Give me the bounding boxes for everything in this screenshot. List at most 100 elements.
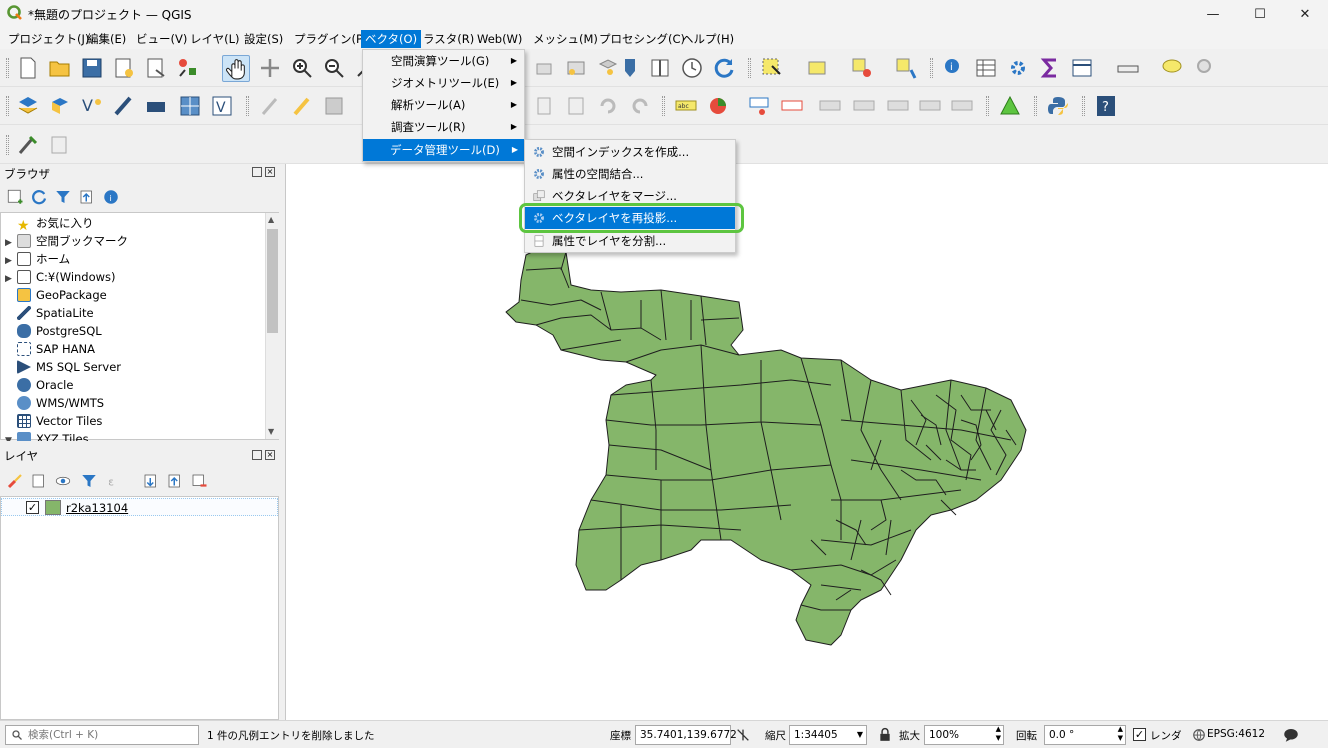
lock-scale-icon[interactable] (878, 727, 892, 743)
crs-label[interactable]: EPSG:4612 (1207, 728, 1265, 740)
browser-refresh-icon[interactable] (30, 188, 48, 206)
select-by-value-icon[interactable] (806, 56, 830, 80)
menu-vector[interactable]: ベクタ(O) (361, 30, 422, 48)
browser-item-home[interactable]: ▶ ホーム (5, 251, 70, 268)
layer-item-r2ka13104[interactable]: ✓ r2ka13104 (1, 498, 278, 516)
statistics-sigma-icon[interactable] (1038, 56, 1062, 80)
menu-raster[interactable]: ラスタ(R) (419, 30, 478, 48)
layout-manager-icon[interactable] (144, 56, 168, 80)
plugin-tool-icon[interactable] (48, 133, 72, 157)
search-locator-icon[interactable] (1194, 56, 1218, 80)
menu-item-geoprocessing-tools[interactable]: 空間演算ツール(G) ▶ (364, 50, 523, 72)
menu-item-analysis-tools[interactable]: 解析ツール(A) ▶ (364, 94, 523, 116)
new-bookmark-icon[interactable] (564, 56, 588, 80)
add-raster-layer-icon[interactable] (178, 94, 202, 118)
remove-layer-icon[interactable] (190, 472, 208, 490)
spinbox-arrows-icon[interactable]: ▲ ▼ (996, 725, 1001, 743)
rotate-label-icon[interactable] (886, 94, 910, 118)
open-field-calculator-icon[interactable] (1070, 56, 1094, 80)
move-label-icon[interactable] (852, 94, 876, 118)
add-group-icon[interactable] (30, 472, 48, 490)
save-edits-icon[interactable] (322, 94, 346, 118)
paste-features-icon[interactable] (564, 94, 588, 118)
processing-toolbox-icon[interactable] (1006, 56, 1030, 80)
new-spatialite-layer-icon[interactable] (112, 94, 136, 118)
zoom-in-icon[interactable] (290, 56, 314, 80)
menu-item-research-tools[interactable]: 調査ツール(R) ▶ (364, 116, 523, 138)
new-shapefile-layer-icon[interactable]: V (80, 94, 104, 118)
identify-icon[interactable]: i (942, 56, 966, 80)
map-tips-icon[interactable] (648, 56, 672, 80)
toolbar-grip[interactable] (6, 96, 9, 116)
clock-icon[interactable] (680, 56, 704, 80)
menu-edit[interactable]: 編集(E) (83, 30, 130, 48)
pan-tool-button[interactable] (222, 55, 250, 82)
crs-globe-icon[interactable] (1192, 728, 1206, 742)
menu-layer[interactable]: レイヤ(L) (186, 30, 244, 48)
float-panel-icon[interactable] (252, 450, 262, 460)
scroll-up-arrow-icon[interactable]: ▲ (268, 215, 274, 224)
undo-icon[interactable] (596, 94, 620, 118)
menu-processing[interactable]: プロセシング(C) (595, 30, 689, 48)
layer-symbol-swatch[interactable] (45, 500, 61, 515)
filter-legend-icon[interactable] (80, 472, 98, 490)
menu-mesh[interactable]: メッシュ(M) (529, 30, 602, 48)
measure-line-icon[interactable] (1116, 56, 1140, 80)
submenu-item-split-vector-layer[interactable]: 属性でレイヤを分割... (526, 230, 734, 252)
temporal-controller-icon[interactable] (618, 56, 642, 80)
redo-icon[interactable] (628, 94, 652, 118)
add-selected-layers-icon[interactable] (6, 188, 24, 206)
locator-search-input[interactable]: 検索(Ctrl + K) (5, 725, 199, 745)
menu-settings[interactable]: 設定(S) (240, 30, 287, 48)
close-panel-icon[interactable]: × (265, 450, 275, 460)
messages-icon[interactable] (1282, 726, 1300, 744)
layer-labeling-icon[interactable]: abc (674, 94, 698, 118)
collapse-all-layers-icon[interactable] (166, 472, 184, 490)
toggle-editing-icon[interactable] (290, 94, 314, 118)
browser-item-sap-hana[interactable]: SAP HANA (5, 341, 95, 358)
toolbar-grip[interactable] (1034, 96, 1037, 116)
browser-item-mssql[interactable]: MS SQL Server (5, 359, 121, 376)
menu-web[interactable]: Web(W) (473, 30, 526, 48)
new-geopackage-layer-icon[interactable] (48, 94, 72, 118)
menu-view[interactable]: ビュー(V) (132, 30, 191, 48)
highlight-pinned-labels-icon[interactable] (780, 94, 804, 118)
add-vector-layer-icon[interactable]: V (210, 94, 234, 118)
new-virtual-layer-icon[interactable] (144, 94, 168, 118)
toolbar-grip[interactable] (748, 58, 751, 78)
browser-item-wms-wmts[interactable]: WMS/WMTS (5, 395, 104, 412)
close-panel-icon[interactable]: × (265, 167, 275, 177)
toolbar-grip[interactable] (662, 96, 665, 116)
spinbox-arrows-icon[interactable]: ▲ ▼ (1118, 725, 1123, 743)
manage-map-themes-icon[interactable] (54, 472, 72, 490)
toolbar-grip[interactable] (930, 58, 933, 78)
browser-scrollbar[interactable]: ▲ ▼ (265, 213, 279, 439)
close-button[interactable]: ✕ (1282, 0, 1328, 28)
scale-combobox[interactable]: 1:34405 ▼ (789, 725, 867, 745)
scroll-down-arrow-icon[interactable]: ▼ (268, 427, 274, 436)
render-checkbox[interactable]: ✓ (1133, 728, 1146, 741)
menu-project[interactable]: プロジェクト(J) (4, 30, 93, 48)
menu-item-geometry-tools[interactable]: ジオメトリツール(E) ▶ (364, 72, 523, 94)
browser-item-oracle[interactable]: Oracle (5, 377, 73, 394)
filter-browser-icon[interactable] (54, 188, 72, 206)
select-by-location-icon[interactable] (894, 56, 918, 80)
zoom-out-icon[interactable] (322, 56, 346, 80)
magnifier-spinbox[interactable]: 100% ▲ ▼ (924, 725, 1004, 745)
scrollbar-thumb[interactable] (267, 229, 278, 333)
digitizing-tools-icon[interactable] (16, 133, 40, 157)
toolbar-grip[interactable] (6, 135, 9, 155)
browser-item-spatial-bookmarks[interactable]: ▶ 空間ブックマーク (5, 233, 128, 250)
browser-item-favorites[interactable]: ★ お気に入り (5, 215, 94, 233)
coordinate-field[interactable]: 35.7401,139.6772 (635, 725, 737, 745)
menu-plugins[interactable]: プラグイン(P) (290, 30, 371, 48)
browser-item-xyz-tiles[interactable]: ▼ XYZ Tiles (5, 431, 89, 441)
browser-item-vector-tiles[interactable]: Vector Tiles (5, 413, 102, 430)
toolbar-grip[interactable] (246, 96, 249, 116)
show-hide-labels-icon[interactable] (818, 94, 842, 118)
georeferencer-icon[interactable] (998, 94, 1022, 118)
browser-item-spatialite[interactable]: SpatiaLite (5, 305, 94, 322)
open-layer-styling-icon[interactable] (6, 472, 24, 490)
data-source-manager-icon[interactable] (16, 94, 40, 118)
pan-to-selection-icon[interactable] (258, 56, 282, 80)
